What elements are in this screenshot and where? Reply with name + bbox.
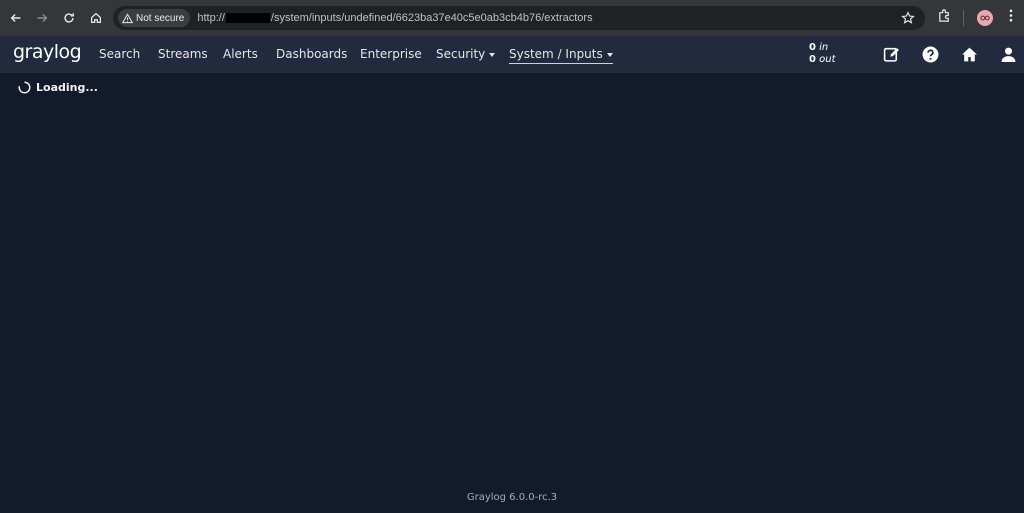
spinner-icon (18, 81, 31, 94)
graylog-logo[interactable]: graylog (13, 41, 82, 63)
throughput-out-value: 0 (809, 54, 816, 65)
warning-icon (122, 12, 133, 23)
nav-dashboards[interactable]: Dashboards (276, 47, 347, 61)
throughput-in-label: in (819, 42, 829, 53)
home-icon[interactable] (961, 46, 978, 63)
nav-search[interactable]: Search (99, 47, 140, 61)
bookmark-star-icon[interactable] (901, 11, 915, 25)
caret-down-icon (489, 52, 496, 57)
throughput-counter[interactable]: 0 in 0 out (809, 42, 836, 66)
caret-down-icon (606, 52, 613, 57)
edit-notes-icon[interactable] (883, 46, 900, 63)
nav-security-dropdown[interactable]: Security (436, 47, 496, 61)
profile-glasses-icon (980, 15, 990, 21)
security-indicator[interactable]: Not secure (118, 9, 191, 27)
user-icon[interactable] (1000, 46, 1017, 63)
security-label: Not secure (136, 12, 185, 24)
nav-security-label: Security (436, 47, 486, 61)
url-path: /system/inputs/undefined/6623ba37e40c5e0… (270, 12, 593, 24)
back-button[interactable] (6, 8, 26, 28)
home-icon (91, 12, 101, 23)
reload-button[interactable] (59, 8, 79, 28)
help-icon[interactable] (922, 46, 939, 63)
loading-text: Loading... (36, 81, 98, 94)
forward-arrow-icon (37, 14, 48, 22)
browser-toolbar: Not secure http:// /system/inputs/undefin… (0, 0, 1024, 36)
footer-version: Graylog 6.0.0-rc.3 (466, 492, 558, 503)
forward-button[interactable] (32, 8, 52, 28)
redacted-host (225, 13, 270, 23)
toolbar-divider (963, 10, 964, 26)
nav-system-dropdown[interactable]: System / Inputs (509, 47, 613, 64)
url-prefix: http:// (197, 12, 225, 24)
nav-enterprise[interactable]: Enterprise (360, 47, 422, 61)
extensions-puzzle-icon[interactable] (937, 8, 952, 23)
nav-streams[interactable]: Streams (158, 47, 208, 61)
profile-avatar[interactable] (977, 10, 993, 26)
nav-system-label: System / Inputs (509, 47, 603, 61)
url-text: http:// /system/inputs/undefined/6623ba37… (197, 12, 592, 24)
browser-menu-icon[interactable] (1005, 8, 1017, 23)
throughput-in-value: 0 (809, 42, 816, 53)
address-bar[interactable]: Not secure http:// /system/inputs/undefin… (113, 6, 925, 30)
throughput-out-label: out (819, 54, 836, 65)
nav-alerts[interactable]: Alerts (223, 47, 258, 61)
graylog-navbar: graylog Search Streams Alerts Dashboards… (0, 36, 1024, 73)
home-button[interactable] (86, 8, 106, 28)
back-arrow-icon (10, 14, 21, 22)
loading-indicator: Loading... (18, 81, 98, 94)
reload-icon (64, 13, 74, 23)
